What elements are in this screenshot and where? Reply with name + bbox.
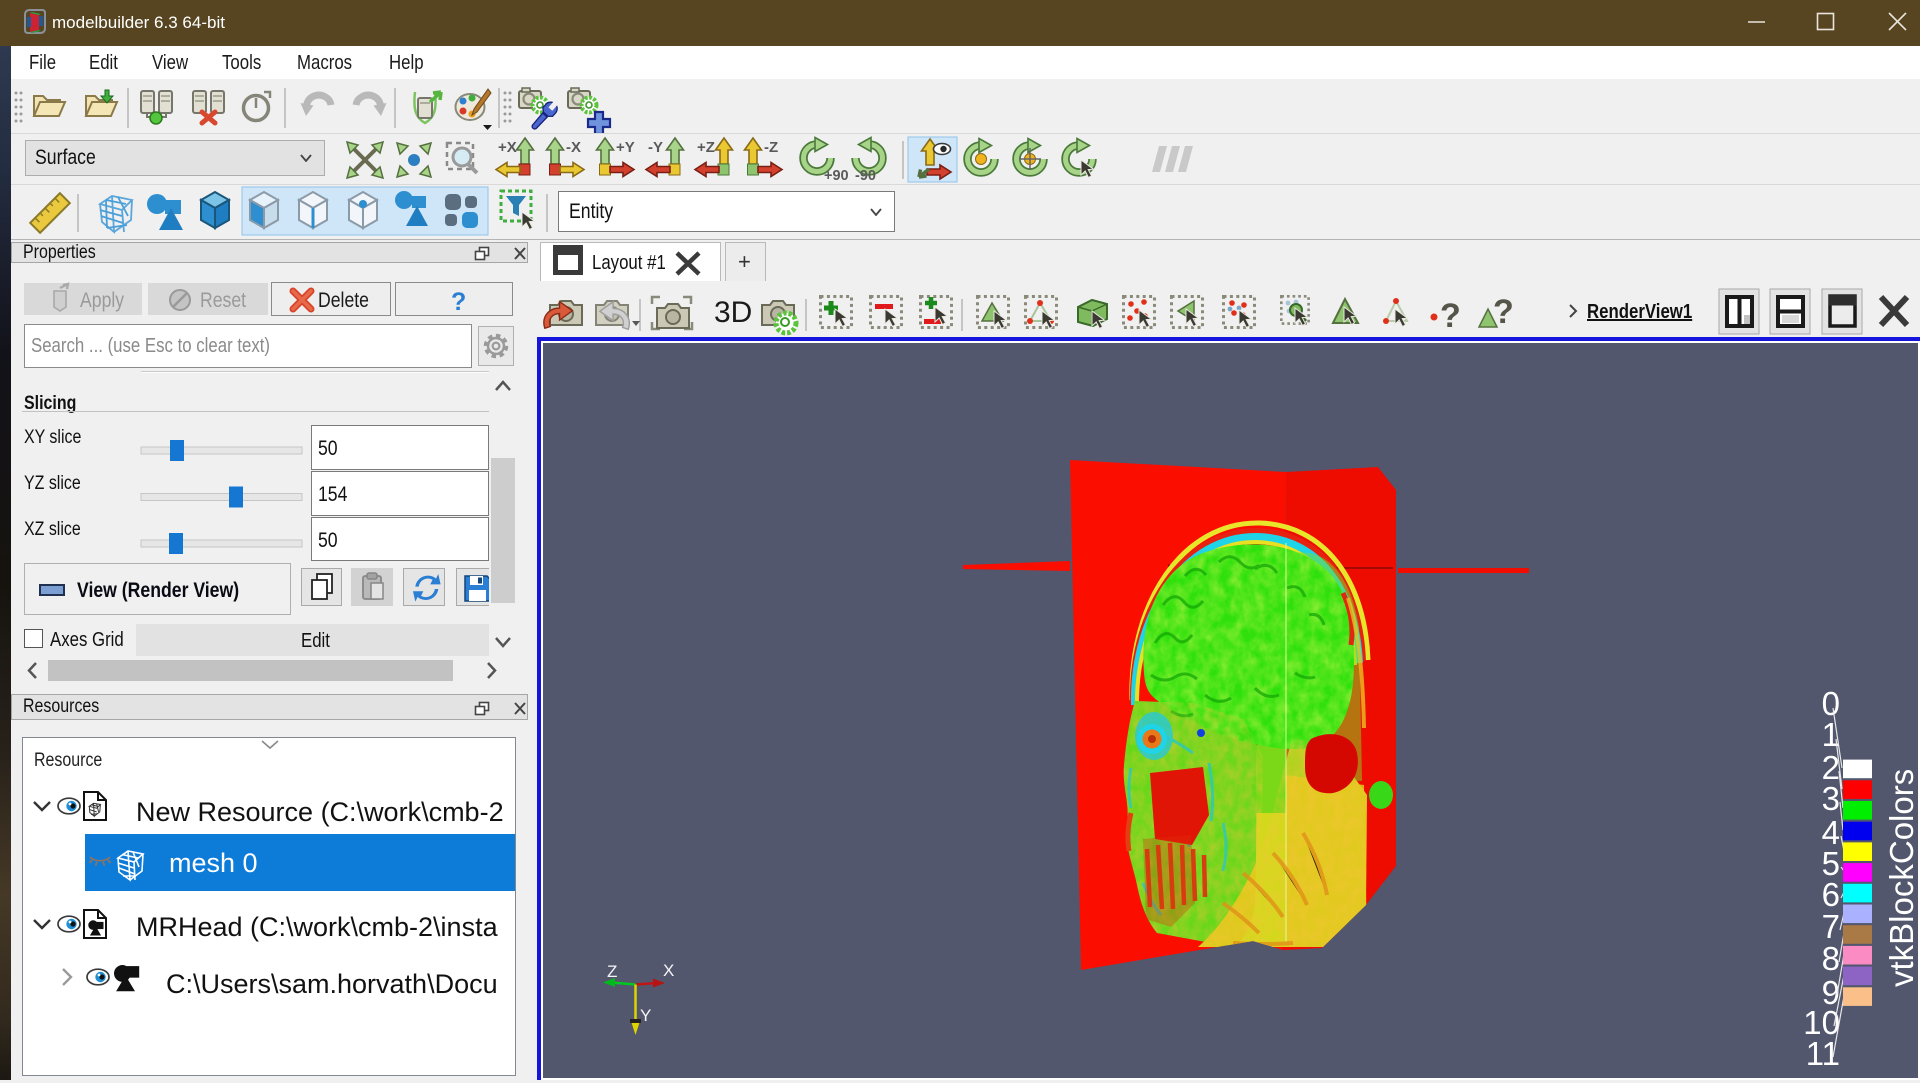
svg-text:Z: Z bbox=[607, 962, 617, 981]
svg-text:+Y: +Y bbox=[616, 139, 635, 156]
svg-text:-Y: -Y bbox=[648, 139, 663, 156]
svg-text:3D: 3D bbox=[714, 296, 752, 329]
svg-text:X: X bbox=[663, 961, 674, 980]
svg-text:-X: -X bbox=[566, 139, 581, 156]
svg-text:-90: -90 bbox=[855, 168, 876, 184]
svg-text:-Z: -Z bbox=[764, 139, 778, 156]
svg-text:?: ? bbox=[451, 288, 466, 316]
svg-text:3: 3 bbox=[1822, 780, 1840, 817]
svg-text:8: 8 bbox=[1822, 940, 1840, 977]
svg-text:+90: +90 bbox=[824, 168, 849, 184]
svg-text:?: ? bbox=[1493, 293, 1514, 331]
svg-text:+X: +X bbox=[498, 139, 517, 156]
svg-text:vtkBlockColors: vtkBlockColors bbox=[1883, 769, 1918, 987]
svg-text:+Z: +Z bbox=[697, 139, 715, 156]
svg-text:?: ? bbox=[1440, 297, 1461, 335]
svg-text:11: 11 bbox=[1806, 1035, 1840, 1072]
svg-text:Y: Y bbox=[640, 1006, 651, 1025]
